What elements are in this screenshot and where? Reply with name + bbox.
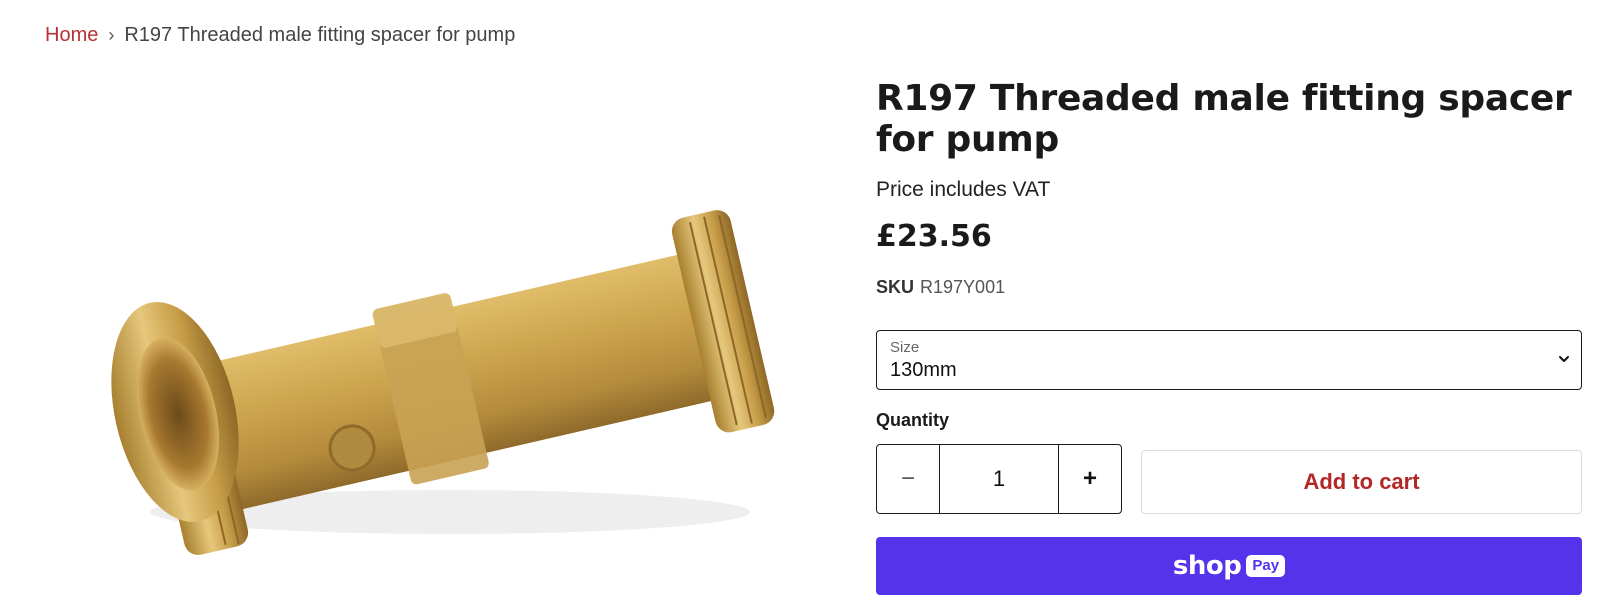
size-select-label: Size	[890, 339, 920, 356]
quantity-decrease-button[interactable]: −	[877, 445, 940, 513]
shop-pay-badge: Pay	[1246, 555, 1286, 577]
sku-label: SKU	[876, 277, 915, 297]
product-price: £23.56	[876, 219, 992, 254]
shop-pay-button[interactable]: shop Pay	[876, 537, 1582, 595]
product-image[interactable]	[60, 92, 830, 602]
breadcrumb-home-link[interactable]: Home	[45, 22, 98, 48]
sku-value: R197Y001	[920, 277, 1006, 297]
quantity-stepper: − 1 +	[876, 444, 1122, 514]
quantity-increase-button[interactable]: +	[1058, 445, 1121, 513]
product-info: R197 Threaded male fitting spacer for pu…	[876, 78, 1584, 595]
product-title: R197 Threaded male fitting spacer for pu…	[876, 78, 1572, 160]
brass-spacer-illustration	[111, 210, 775, 556]
quantity-label: Quantity	[876, 410, 950, 430]
breadcrumb: Home › R197 Threaded male fitting spacer…	[45, 22, 515, 48]
breadcrumb-separator-icon: ›	[108, 25, 115, 45]
quantity-input[interactable]: 1	[940, 445, 1058, 513]
chevron-down-icon	[1559, 356, 1569, 362]
size-select-value: 130mm	[890, 359, 957, 381]
size-select[interactable]: Size 130mm	[876, 330, 1582, 390]
sku: SKU R197Y001	[876, 277, 1584, 298]
shop-pay-logo-text: shop	[1172, 551, 1242, 581]
add-to-cart-button[interactable]: Add to cart	[1141, 450, 1582, 514]
breadcrumb-current: R197 Threaded male fitting spacer for pu…	[124, 24, 516, 46]
vat-note: Price includes VAT	[876, 178, 1051, 201]
